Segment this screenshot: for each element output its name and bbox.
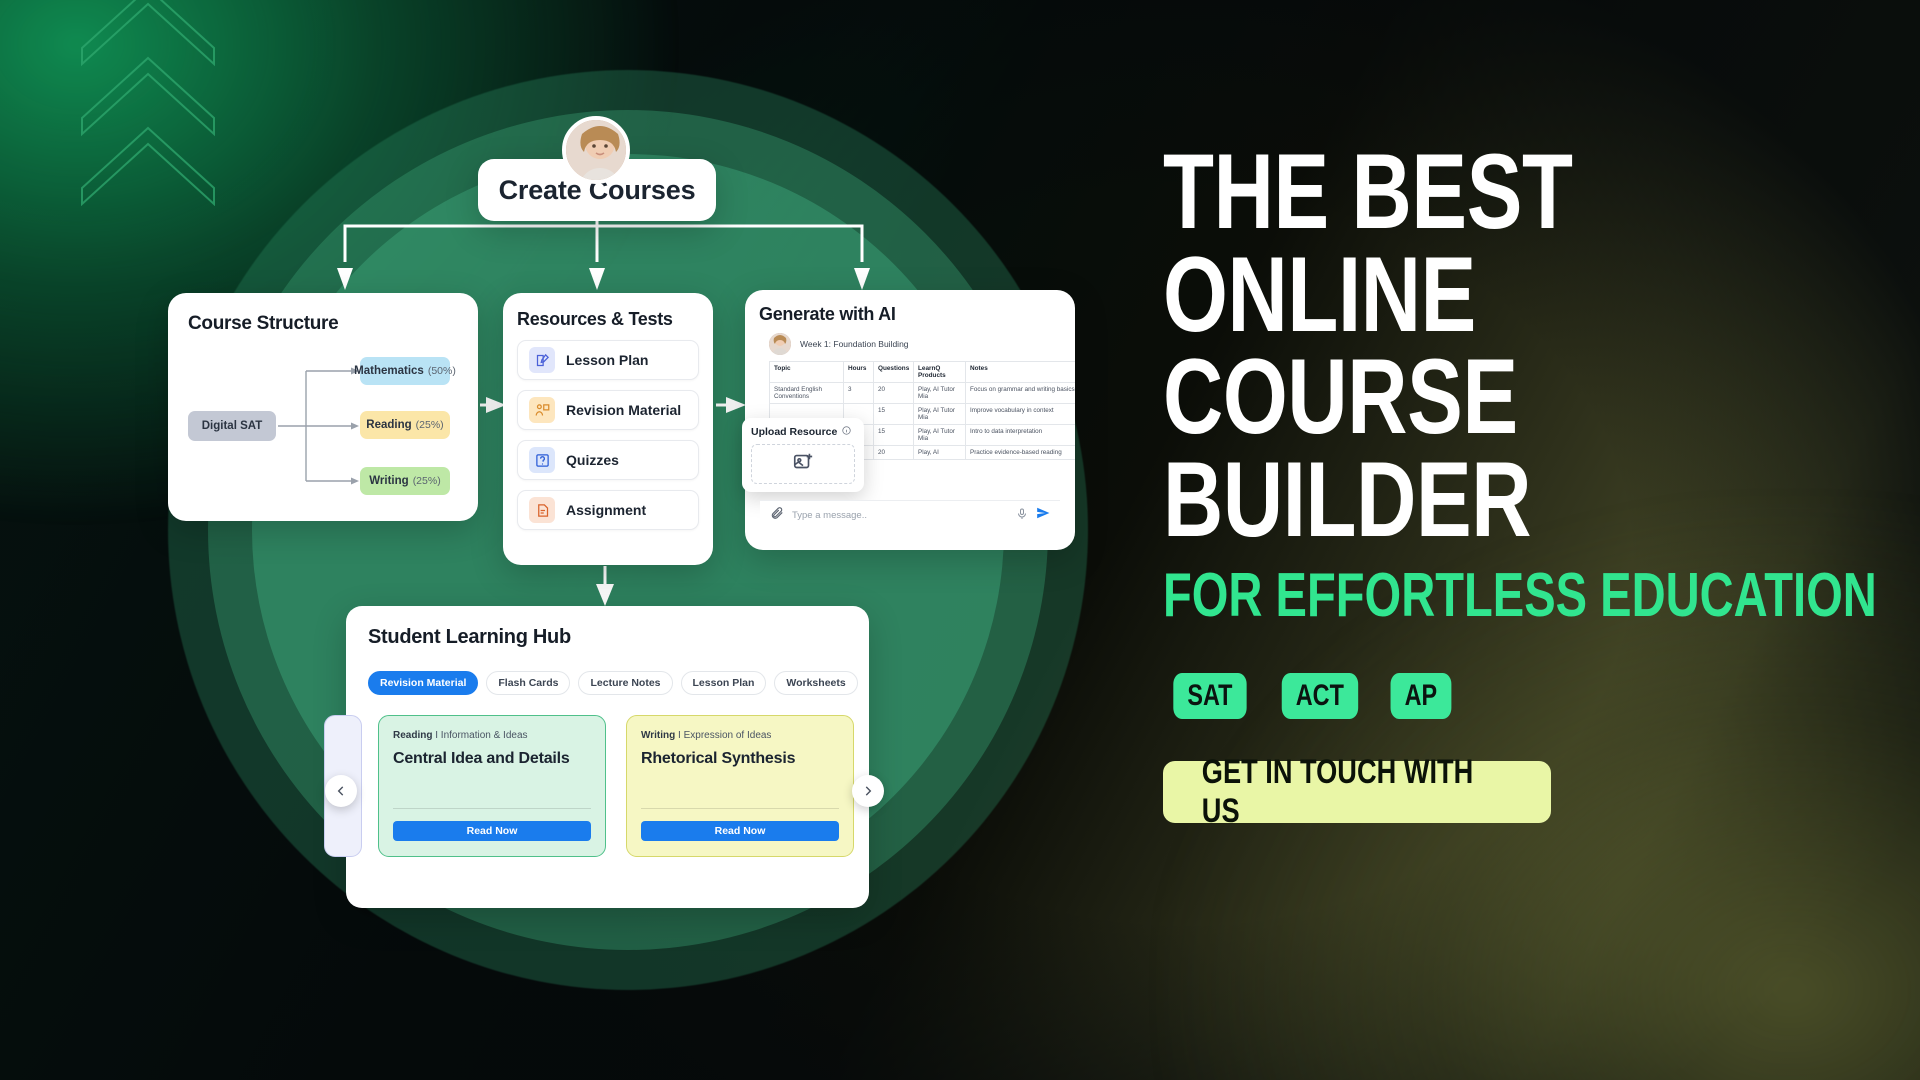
resource-item-label: Assignment xyxy=(566,502,647,518)
table-cell: 20 xyxy=(873,382,914,404)
chevron-left-icon[interactable] xyxy=(325,775,357,807)
divider xyxy=(393,808,591,809)
course-structure-card: Course Structure Digital SAT Mathematics xyxy=(168,293,478,521)
table-cell: Practice evidence-based reading xyxy=(965,445,1075,460)
assignment-icon xyxy=(529,497,555,523)
table-row: Standard English Conventions 3 20 Play, … xyxy=(769,382,1075,404)
chat-input[interactable]: Type a message.. xyxy=(792,510,1008,521)
get-in-touch-label: GET IN TOUCH WITH US xyxy=(1201,752,1474,830)
resource-item-assignment[interactable]: Assignment xyxy=(517,490,699,530)
card-category: Information & Ideas xyxy=(440,730,528,741)
generate-week-label: Week 1: Foundation Building xyxy=(800,339,909,349)
badge-ap[interactable]: AP xyxy=(1390,672,1452,719)
table-cell: Play, AI Tutor Mia xyxy=(913,424,966,446)
microphone-icon[interactable] xyxy=(1016,507,1028,525)
card-category: Expression of Ideas xyxy=(683,730,772,741)
node-writing[interactable]: Writing (25%) xyxy=(360,467,450,495)
table-cell: Play, AI Tutor Mia xyxy=(913,382,966,404)
node-reading-pct: (25%) xyxy=(415,419,444,431)
avatar xyxy=(562,116,630,184)
card-eyebrow: Reading I Information & Ideas xyxy=(393,730,528,741)
ai-chat-input-bar[interactable]: Type a message.. xyxy=(760,500,1060,530)
chevron-right-icon[interactable] xyxy=(852,775,884,807)
badge-act[interactable]: ACT xyxy=(1281,672,1358,719)
person-board-icon xyxy=(529,397,555,423)
send-icon[interactable] xyxy=(1036,506,1050,525)
table-cell: Play, AI xyxy=(913,445,966,460)
hub-title: Student Learning Hub xyxy=(368,626,571,648)
node-writing-label: Writing xyxy=(369,475,409,487)
divider xyxy=(641,808,839,809)
page-title-line-2: ONLINE xyxy=(1163,233,1476,354)
node-reading[interactable]: Reading (25%) xyxy=(360,411,450,439)
generate-title: Generate with AI xyxy=(759,304,896,324)
avatar xyxy=(769,333,791,355)
table-header-cell: LearnQ Products xyxy=(913,361,966,383)
node-mathematics[interactable]: Mathematics (50%) xyxy=(354,357,456,385)
table-cell: 20 xyxy=(873,445,914,460)
tab-lecture-notes[interactable]: Lecture Notes xyxy=(578,671,673,695)
student-learning-hub-card: Student Learning Hub Revision Material F… xyxy=(324,606,869,908)
table-cell: 15 xyxy=(873,424,914,446)
course-structure-title: Course Structure xyxy=(188,313,339,334)
node-writing-pct: (25%) xyxy=(412,475,441,487)
resource-item-label: Quizzes xyxy=(566,452,619,468)
card-title: Central Idea and Details xyxy=(393,750,570,767)
hub-tabs: Revision Material Flash Cards Lecture No… xyxy=(368,671,858,695)
resources-title: Resources & Tests xyxy=(517,309,673,329)
page-title-line-4: BUILDER xyxy=(1163,439,1532,560)
table-header-cell: Hours xyxy=(843,361,874,383)
table-header-cell: Notes xyxy=(965,361,1075,383)
card-eyebrow: Writing I Expression of Ideas xyxy=(641,730,772,741)
card-title: Rhetorical Synthesis xyxy=(641,750,796,767)
quiz-icon xyxy=(529,447,555,473)
page-title-line-3: COURSE xyxy=(1163,336,1518,457)
list-item-writing[interactable]: Writing I Expression of Ideas Rhetorical… xyxy=(626,715,854,857)
info-icon[interactable] xyxy=(842,426,851,438)
node-mathematics-label: Mathematics xyxy=(354,365,424,377)
get-in-touch-button[interactable]: GET IN TOUCH WITH US xyxy=(1163,753,1551,830)
exam-badges: SAT ACT AP xyxy=(1163,672,1863,719)
upload-resource-title: Upload Resource xyxy=(751,426,838,438)
card-subject: Reading xyxy=(393,730,433,741)
paperclip-icon[interactable] xyxy=(770,506,784,525)
resource-item-quizzes[interactable]: Quizzes xyxy=(517,440,699,480)
table-header-cell: Topic xyxy=(769,361,844,383)
tab-flash-cards[interactable]: Flash Cards xyxy=(486,671,571,695)
table-cell: Play, AI Tutor Mia xyxy=(913,403,966,425)
table-header-row: Topic Hours Questions LearnQ Products No… xyxy=(769,361,1075,383)
table-cell: 15 xyxy=(873,403,914,425)
node-digital-sat[interactable]: Digital SAT xyxy=(188,411,276,441)
table-cell: Intro to data interpretation xyxy=(965,424,1075,446)
badge-sat[interactable]: SAT xyxy=(1173,672,1247,719)
page-subtitle: FOR EFFORTLESS EDUCATION xyxy=(1163,560,1877,630)
node-mathematics-pct: (50%) xyxy=(427,365,456,377)
tab-worksheets[interactable]: Worksheets xyxy=(774,671,858,695)
product-diagram: Create Courses Course Structure Digital … xyxy=(0,0,1100,1080)
table-cell: Focus on grammar and writing basics xyxy=(965,382,1075,404)
page-title-line-1: THE BEST xyxy=(1163,131,1573,251)
upload-dropzone[interactable] xyxy=(751,444,855,484)
resource-item-revision-material[interactable]: Revision Material xyxy=(517,390,699,430)
table-cell: 3 xyxy=(843,382,874,404)
tab-revision-material[interactable]: Revision Material xyxy=(368,671,479,695)
node-digital-sat-label: Digital SAT xyxy=(201,420,263,432)
resource-item-label: Lesson Plan xyxy=(566,352,649,368)
resources-and-tests-card: Resources & Tests Lesson Plan Revision M… xyxy=(503,293,713,565)
read-now-button[interactable]: Read Now xyxy=(393,821,591,841)
list-item-reading[interactable]: Reading I Information & Ideas Central Id… xyxy=(378,715,606,857)
image-add-icon xyxy=(792,451,814,478)
card-subject: Writing xyxy=(641,730,676,741)
table-cell: Improve vocabulary in context xyxy=(965,403,1075,425)
resource-item-label: Revision Material xyxy=(566,402,682,418)
table-cell: Standard English Conventions xyxy=(769,382,844,404)
hero-copy: THE BEST ONLINE COURSE BUILDER FOR EFFOR… xyxy=(1163,131,1877,830)
tab-lesson-plan[interactable]: Lesson Plan xyxy=(680,671,767,695)
table-header-cell: Questions xyxy=(873,361,914,383)
edit-square-icon xyxy=(529,347,555,373)
upload-resource-card[interactable]: Upload Resource xyxy=(742,418,864,492)
resource-item-lesson-plan[interactable]: Lesson Plan xyxy=(517,340,699,380)
node-reading-label: Reading xyxy=(366,419,412,431)
read-now-button[interactable]: Read Now xyxy=(641,821,839,841)
